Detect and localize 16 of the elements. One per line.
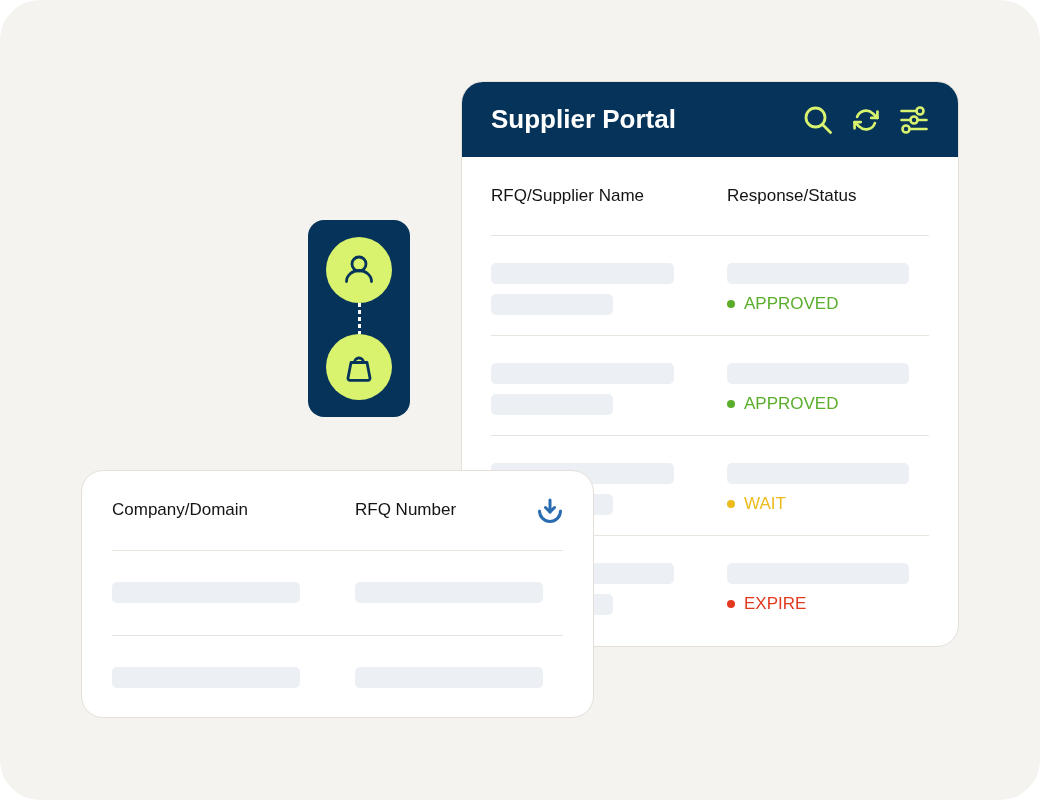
column-header: RFQ/Supplier Name xyxy=(491,185,645,207)
window-title: Supplier Portal xyxy=(491,103,676,136)
column-header: Company/Domain xyxy=(112,500,249,521)
dotted-connector xyxy=(357,303,361,334)
status-label: APPROVED xyxy=(744,394,839,415)
column-header: RFQ Number xyxy=(355,500,457,521)
download-icon[interactable] xyxy=(537,497,563,524)
column-header: Response/Status xyxy=(727,185,857,207)
search-icon[interactable] xyxy=(804,105,832,134)
status-label: WAIT xyxy=(744,494,786,515)
refresh-icon[interactable] xyxy=(853,106,879,133)
user-icon xyxy=(326,237,392,303)
status-label: EXPIRE xyxy=(744,594,807,615)
sliders-icon[interactable] xyxy=(900,105,928,134)
status-label: APPROVED xyxy=(744,294,839,315)
shopping-bag-icon xyxy=(326,334,392,400)
